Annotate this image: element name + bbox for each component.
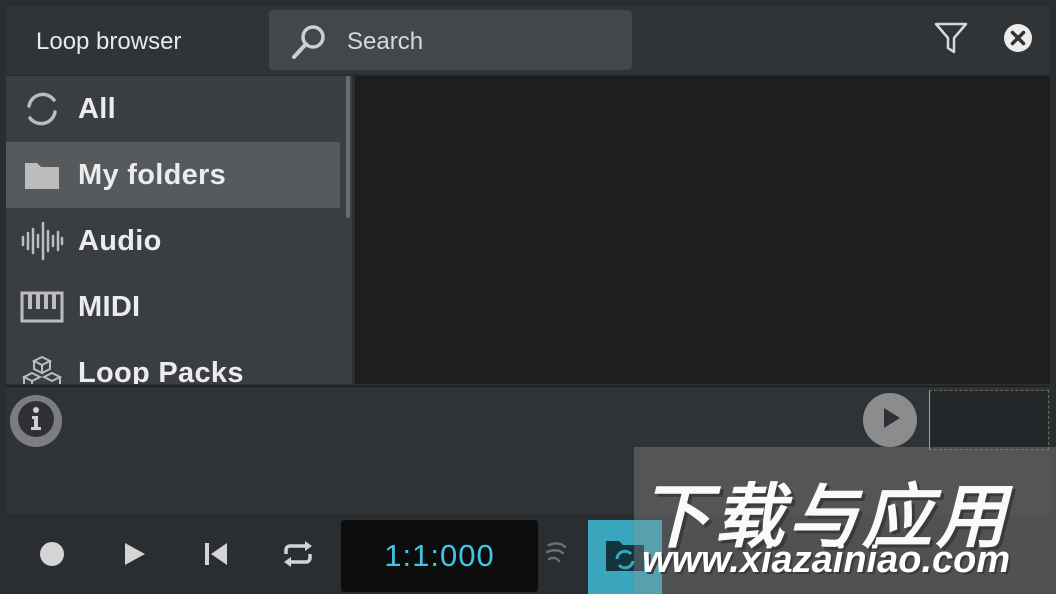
record-button[interactable]	[28, 534, 76, 578]
filter-button[interactable]	[931, 20, 971, 60]
record-icon	[38, 540, 66, 573]
info-icon	[16, 399, 56, 444]
skip-to-start-button[interactable]	[192, 534, 240, 578]
search-icon	[289, 22, 329, 62]
sidebar-item-label: Loop Packs	[78, 356, 244, 385]
play-icon	[120, 540, 148, 573]
info-button[interactable]	[10, 395, 62, 447]
search-input[interactable]: Search	[269, 10, 632, 70]
sidebar-item-my-folders[interactable]: My folders	[6, 142, 340, 208]
sidebar-item-label: Audio	[78, 224, 162, 257]
watermark-overlay: 下载与应用 www.xiazainiao.com	[634, 447, 1056, 594]
metronome-icon	[541, 539, 571, 574]
all-cycle-icon	[6, 76, 78, 142]
loop-toggle-button[interactable]	[274, 534, 322, 578]
skip-to-start-icon	[202, 540, 230, 573]
play-button[interactable]	[110, 534, 158, 578]
loop-list-area[interactable]	[355, 76, 1050, 384]
loop-repeat-icon	[281, 540, 315, 573]
loop-browser-window: Loop browser Search All My folders Audio…	[0, 0, 1056, 594]
filter-icon	[933, 20, 969, 61]
time-position-display[interactable]: 1:1:000	[341, 520, 538, 592]
close-button[interactable]	[998, 20, 1038, 60]
preview-play-button[interactable]	[863, 393, 917, 447]
watermark-url-text: www.xiazainiao.com	[642, 539, 1011, 581]
audio-waveform-icon	[6, 208, 78, 274]
search-placeholder: Search	[347, 28, 424, 55]
sidebar-scrollbar[interactable]	[346, 76, 350, 218]
panel-title: Loop browser	[36, 28, 182, 55]
midi-keyboard-icon	[6, 274, 78, 340]
sidebar-item-label: MIDI	[78, 290, 141, 323]
loop-packs-cubes-icon	[6, 340, 78, 384]
sidebar-item-audio[interactable]: Audio	[6, 208, 340, 274]
folder-icon	[6, 142, 78, 208]
loop-selection-region[interactable]	[929, 390, 1049, 450]
close-icon	[1003, 23, 1033, 58]
sidebar-item-label: My folders	[78, 158, 227, 191]
sidebar-item-midi[interactable]: MIDI	[6, 274, 340, 340]
play-icon	[876, 404, 904, 437]
sidebar-item-loop-packs[interactable]: Loop Packs	[6, 340, 340, 384]
category-sidebar: All My folders Audio MIDI Loop Packs	[6, 76, 352, 384]
metronome-button[interactable]	[532, 534, 580, 578]
sidebar-item-all[interactable]: All	[6, 76, 340, 142]
sidebar-item-label: All	[78, 92, 116, 125]
header-bar: Loop browser Search	[6, 6, 1050, 74]
